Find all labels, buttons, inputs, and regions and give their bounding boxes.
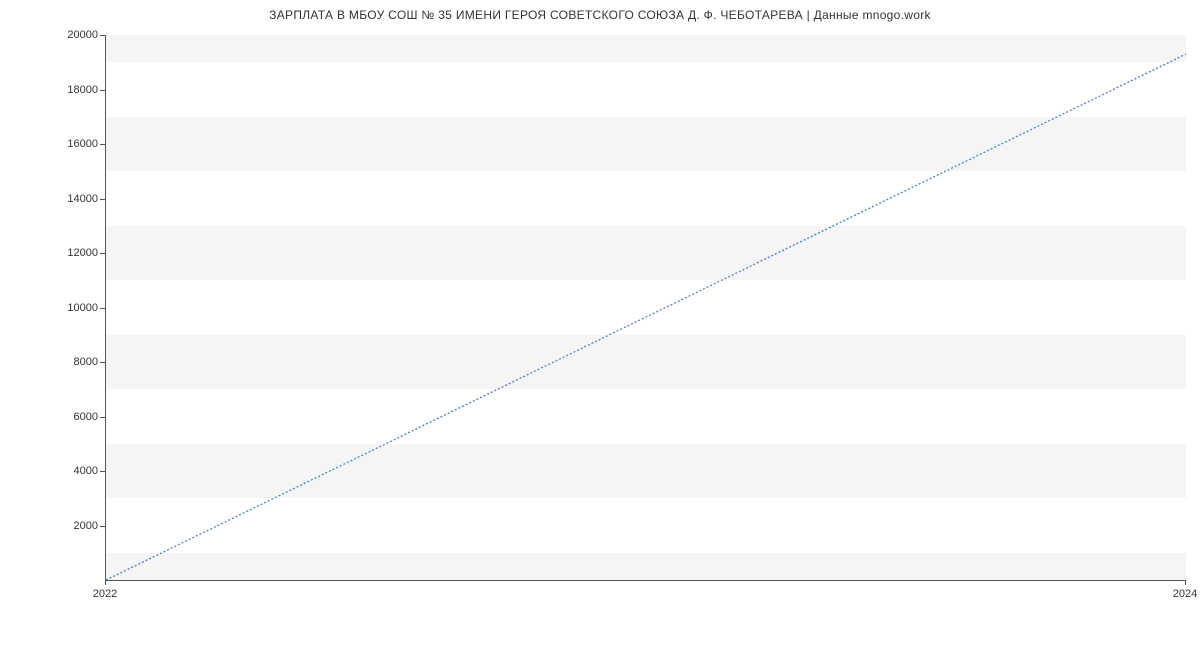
y-tick-label: 6000	[38, 411, 98, 423]
plot-area	[105, 35, 1186, 581]
y-tick-label: 8000	[38, 356, 98, 368]
y-tick-label: 18000	[38, 84, 98, 96]
chart-title: ЗАРПЛАТА В МБОУ СОШ № 35 ИМЕНИ ГЕРОЯ СОВ…	[0, 8, 1200, 22]
y-tick-label: 20000	[38, 29, 98, 41]
y-tick-label: 14000	[38, 193, 98, 205]
y-tick-label: 2000	[38, 520, 98, 532]
y-tick-label: 4000	[38, 465, 98, 477]
line-series	[106, 35, 1186, 580]
y-tick-label: 16000	[38, 138, 98, 150]
y-tick-label: 10000	[38, 302, 98, 314]
x-tick-label: 2022	[93, 588, 117, 600]
x-tick-label: 2024	[1173, 588, 1197, 600]
y-tick-label: 12000	[38, 247, 98, 259]
line-chart: ЗАРПЛАТА В МБОУ СОШ № 35 ИМЕНИ ГЕРОЯ СОВ…	[0, 0, 1200, 650]
